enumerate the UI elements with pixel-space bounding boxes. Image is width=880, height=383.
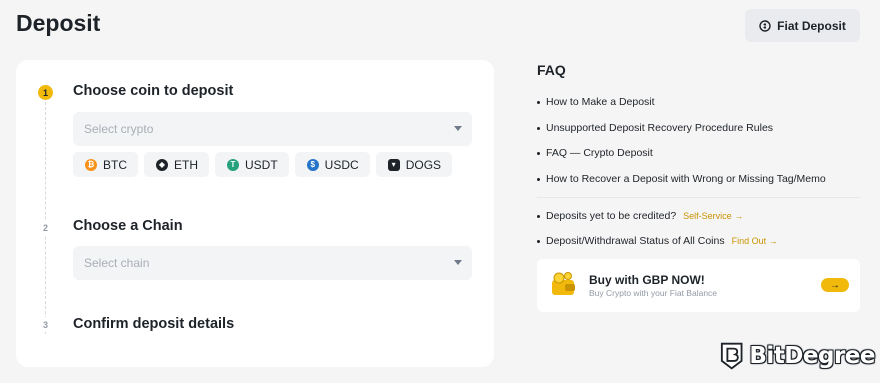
quick-coin-list: ₿ BTC ◆ ETH T USDT $ USDC ▾ DOGS [73, 152, 453, 177]
select-chain-placeholder: Select chain [84, 256, 150, 270]
wallet-coins-icon [552, 272, 575, 295]
fiat-deposit-label: Fiat Deposit [777, 18, 846, 33]
faq-item-text: How to Recover a Deposit with Wrong or M… [546, 173, 826, 185]
coin-chip-eth[interactable]: ◆ ETH [144, 152, 209, 177]
coin-label: USDC [324, 157, 359, 172]
bullet-icon [537, 126, 540, 130]
select-crypto-dropdown[interactable]: Select crypto [73, 112, 472, 146]
bitdegree-watermark: BitDegree [720, 332, 875, 380]
step-1-title: Choose coin to deposit [73, 83, 234, 99]
bullet-icon [537, 214, 540, 218]
page-title: Deposit [16, 10, 101, 36]
tether-icon: T [227, 158, 239, 171]
select-chain-dropdown[interactable]: Select chain [73, 246, 472, 280]
faq-title: FAQ [537, 62, 566, 78]
coin-label: USDT [245, 157, 278, 172]
faq-extra-text: Deposit/Withdrawal Status of All Coins [546, 235, 725, 247]
step-3-title: Confirm deposit details [73, 316, 235, 332]
deposit-steps-card: 1 Choose coin to deposit Select crypto ₿… [16, 60, 494, 367]
step-2-number: 2 [38, 220, 53, 235]
coin-chip-btc[interactable]: ₿ BTC [73, 152, 138, 177]
step-2-title: Choose a Chain [73, 218, 183, 234]
coin-label: DOGS [405, 157, 442, 172]
faq-extra-text: Deposits yet to be credited? [546, 210, 677, 222]
ethereum-icon: ◆ [156, 158, 168, 171]
select-crypto-placeholder: Select crypto [84, 122, 154, 136]
coin-label: ETH [174, 157, 198, 172]
arrow-right-icon[interactable]: → [821, 278, 849, 292]
promo-title: Buy with GBP NOW! [589, 273, 705, 287]
step-3-number: 3 [38, 317, 53, 332]
faq-item-text: How to Make a Deposit [546, 96, 655, 108]
coin-label: BTC [103, 157, 127, 172]
promo-subtitle: Buy Crypto with your Fiat Balance [589, 288, 718, 298]
faq-link-crypto-deposit[interactable]: FAQ — Crypto Deposit [537, 147, 653, 159]
faq-item-text: Unsupported Deposit Recovery Procedure R… [546, 122, 774, 134]
coin-chip-usdt[interactable]: T USDT [215, 152, 289, 177]
coin-chip-dogs[interactable]: ▾ DOGS [375, 152, 453, 177]
bullet-icon [537, 151, 540, 155]
chevron-down-icon [454, 260, 462, 265]
chevron-down-icon [454, 126, 462, 131]
step-1-number: 1 [38, 85, 53, 100]
buy-with-gbp-banner[interactable]: Buy with GBP NOW! Buy Crypto with your F… [537, 259, 860, 312]
faq-divider [537, 197, 860, 198]
faq-link-recover-tag-memo[interactable]: How to Recover a Deposit with Wrong or M… [537, 173, 826, 185]
bullet-icon [537, 239, 540, 243]
self-service-link[interactable]: Self-Service → [683, 211, 743, 221]
dogs-icon: ▾ [387, 158, 400, 171]
bullet-icon [537, 177, 540, 181]
coin-chip-usdc[interactable]: $ USDC [294, 152, 370, 177]
bullet-icon [537, 100, 540, 104]
bitdegree-shield-icon [720, 342, 743, 370]
faq-link-make-deposit[interactable]: How to Make a Deposit [537, 96, 655, 108]
watermark-text: BitDegree [749, 343, 875, 369]
usdc-icon: $ [306, 158, 319, 171]
bitcoin-icon: ₿ [85, 158, 97, 171]
faq-item-text: FAQ — Crypto Deposit [546, 147, 653, 159]
find-out-link[interactable]: Find Out → [732, 236, 778, 246]
fiat-deposit-button[interactable]: Fiat Deposit [745, 9, 860, 42]
faq-status-all-coins: Deposit/Withdrawal Status of All Coins F… [537, 235, 778, 247]
faq-link-unsupported-recovery[interactable]: Unsupported Deposit Recovery Procedure R… [537, 122, 773, 134]
faq-deposits-pending: Deposits yet to be credited? Self-Servic… [537, 210, 743, 222]
step-connector-line [45, 102, 46, 334]
fiat-coin-icon [759, 19, 771, 32]
